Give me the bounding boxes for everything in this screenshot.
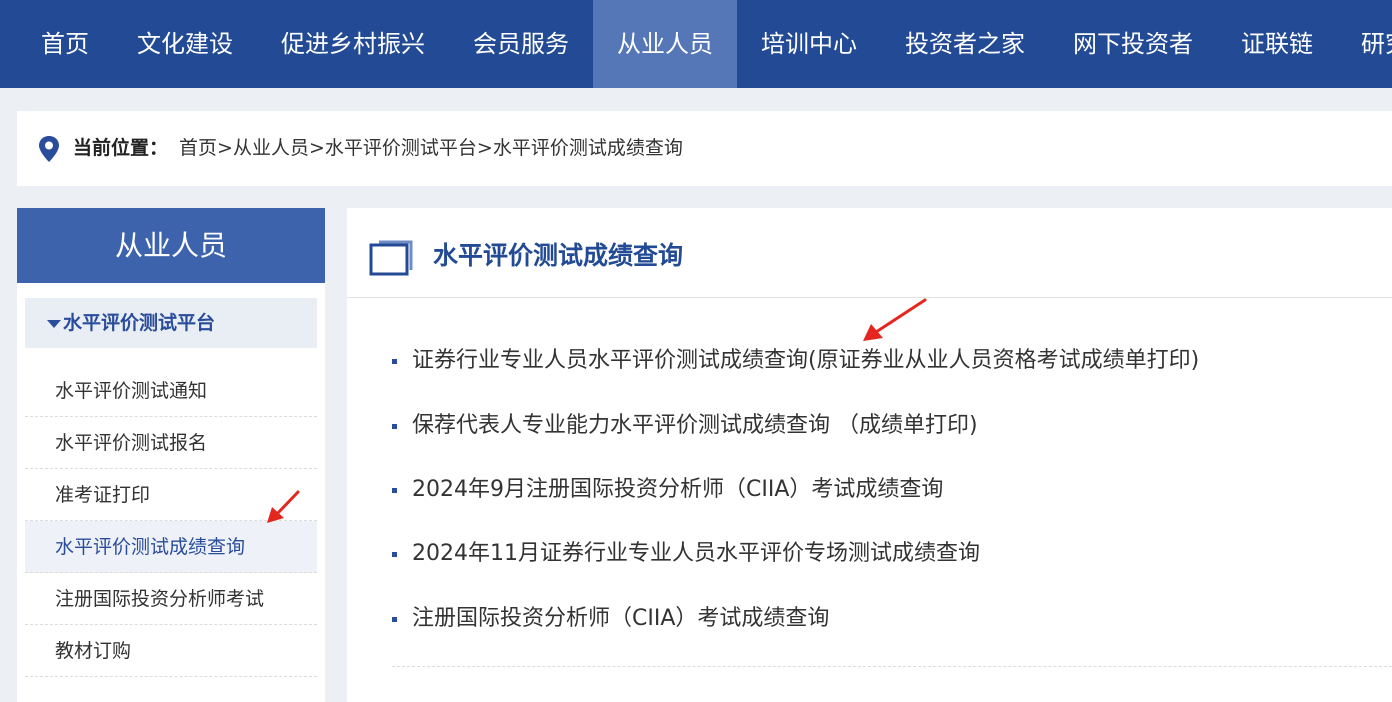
link-label: 保荐代表人专业能力水平评价测试成绩查询 （成绩单打印) bbox=[412, 413, 978, 438]
nav-item-offline-investors[interactable]: 网下投资者 bbox=[1049, 0, 1217, 88]
link-label: 2024年11月证券行业专业人员水平评价专场测试成绩查询 bbox=[412, 541, 980, 566]
nav-item-home[interactable]: 首页 bbox=[17, 0, 113, 88]
square-bullet-icon bbox=[392, 488, 397, 493]
main-content: 水平评价测试成绩查询 证券行业专业人员水平评价测试成绩查询(原证券业从业人员资格… bbox=[347, 208, 1392, 702]
link-label: 注册国际投资分析师（CIIA）考试成绩查询 bbox=[412, 606, 830, 631]
sidebar-item-score-query[interactable]: 水平评价测试成绩查询 bbox=[25, 521, 317, 573]
sidebar-group-label: 水平评价测试平台 bbox=[63, 312, 216, 334]
link-label: 证券行业专业人员水平评价测试成绩查询(原证券业从业人员资格考试成绩单打印) bbox=[412, 348, 1200, 373]
square-bullet-icon bbox=[392, 617, 397, 622]
sidebar-item-registration[interactable]: 水平评价测试报名 bbox=[25, 417, 317, 469]
sidebar: 从业人员 水平评价测试平台 水平评价测试通知 水平评价测试报名 准考证打印 水平… bbox=[17, 208, 325, 702]
breadcrumb: 当前位置： 首页>从业人员>水平评价测试平台>水平评价测试成绩查询 bbox=[17, 111, 1392, 186]
nav-item-member[interactable]: 会员服务 bbox=[449, 0, 593, 88]
nav-item-practitioners[interactable]: 从业人员 bbox=[593, 0, 737, 88]
location-pin-icon bbox=[39, 136, 59, 162]
nav-item-training[interactable]: 培训中心 bbox=[737, 0, 881, 88]
link-label: 2024年9月注册国际投资分析师（CIIA）考试成绩查询 bbox=[412, 477, 944, 502]
nav-item-investors-home[interactable]: 投资者之家 bbox=[881, 0, 1049, 88]
square-bullet-icon bbox=[392, 359, 397, 364]
breadcrumb-separator: > bbox=[217, 137, 233, 159]
main-header: 水平评价测试成绩查询 bbox=[347, 208, 1392, 298]
square-bullet-icon bbox=[392, 552, 397, 557]
nav-item-rural[interactable]: 促进乡村振兴 bbox=[257, 0, 449, 88]
sidebar-item-notice[interactable]: 水平评价测试通知 bbox=[25, 365, 317, 417]
sidebar-title: 从业人员 bbox=[17, 208, 325, 283]
breadcrumb-link-home[interactable]: 首页 bbox=[179, 137, 217, 159]
sidebar-group-platform[interactable]: 水平评价测试平台 bbox=[25, 298, 317, 348]
top-nav: 首页 文化建设 促进乡村振兴 会员服务 从业人员 培训中心 投资者之家 网下投资… bbox=[0, 0, 1392, 88]
nav-item-chain[interactable]: 证联链 bbox=[1217, 0, 1337, 88]
square-frame-icon bbox=[369, 240, 413, 276]
breadcrumb-path: 首页>从业人员>水平评价测试平台>水平评价测试成绩查询 bbox=[179, 135, 683, 161]
sidebar-item-admission-ticket[interactable]: 准考证打印 bbox=[25, 469, 317, 521]
sidebar-item-textbook-order[interactable]: 教材订购 bbox=[25, 625, 317, 677]
breadcrumb-separator: > bbox=[308, 137, 325, 159]
nav-item-research[interactable]: 研究 bbox=[1337, 0, 1392, 88]
breadcrumb-label: 当前位置： bbox=[73, 137, 169, 159]
breadcrumb-link-practitioners[interactable]: 从业人员 bbox=[233, 137, 309, 159]
divider bbox=[392, 666, 1392, 667]
page-title: 水平评价测试成绩查询 bbox=[433, 241, 684, 270]
breadcrumb-current: 水平评价测试成绩查询 bbox=[492, 137, 683, 159]
triangle-down-icon bbox=[47, 320, 61, 328]
nav-item-culture[interactable]: 文化建设 bbox=[113, 0, 257, 88]
sidebar-item-ciia-exam[interactable]: 注册国际投资分析师考试 bbox=[25, 573, 317, 625]
breadcrumb-separator: > bbox=[476, 137, 493, 159]
breadcrumb-link-platform[interactable]: 水平评价测试平台 bbox=[325, 137, 477, 159]
square-bullet-icon bbox=[392, 424, 397, 429]
